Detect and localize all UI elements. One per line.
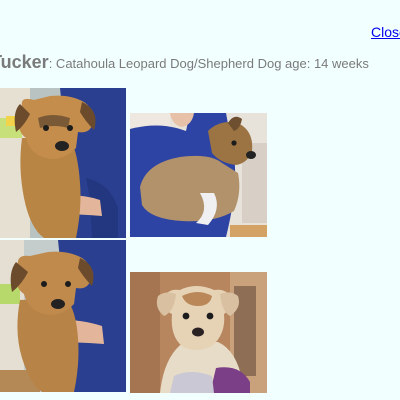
pet-photo-2[interactable] <box>130 113 267 237</box>
pet-description: : Catahoula Leopard Dog/Shepherd Dog age… <box>48 56 369 71</box>
pet-heading: Tucker: Catahoula Leopard Dog/Shepherd D… <box>0 52 369 73</box>
pet-photo-1[interactable] <box>0 88 126 238</box>
pet-photo-3[interactable] <box>0 240 126 392</box>
pet-detail-page: Close Tucker: Catahoula Leopard Dog/Shep… <box>0 0 400 400</box>
pet-name: Tucker <box>0 52 49 72</box>
close-link[interactable]: Close <box>371 24 400 40</box>
puppy-photo-2-image <box>130 113 267 237</box>
puppy-photo-4-image <box>130 272 267 393</box>
pet-photo-4[interactable] <box>130 272 267 393</box>
puppy-photo-1-image <box>0 88 126 238</box>
puppy-photo-3-image <box>0 240 126 392</box>
